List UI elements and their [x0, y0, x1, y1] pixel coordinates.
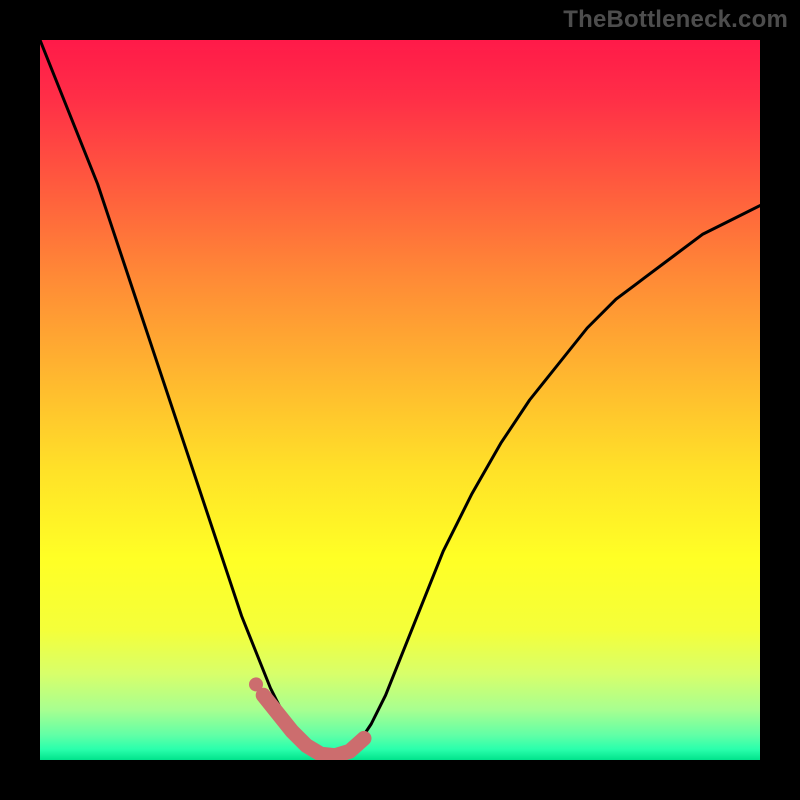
- curve-layer: [40, 40, 760, 760]
- plot-area: [40, 40, 760, 760]
- chart-frame: TheBottleneck.com: [0, 0, 800, 800]
- watermark: TheBottleneck.com: [563, 6, 788, 34]
- bottleneck-curve: [40, 40, 760, 758]
- optimal-range-highlight: [263, 695, 364, 755]
- watermark-text: TheBottleneck.com: [563, 6, 788, 33]
- optimal-range-dot: [249, 677, 263, 691]
